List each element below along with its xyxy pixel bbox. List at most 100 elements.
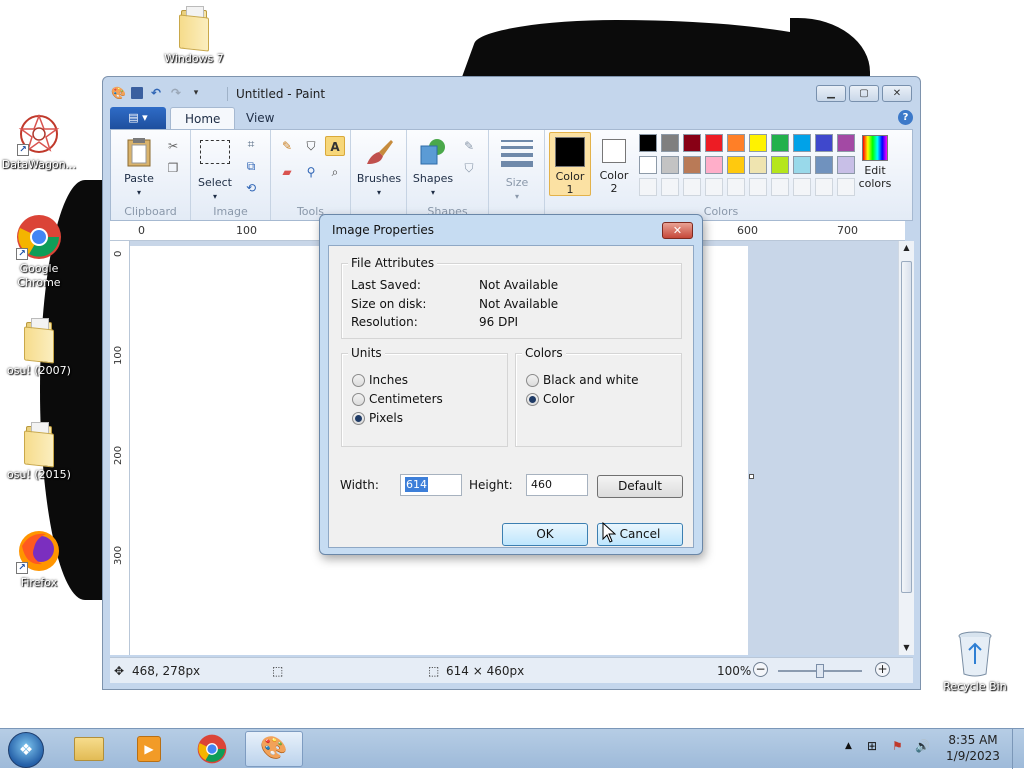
palette-swatch[interactable] [639,134,657,152]
dialog-close-button[interactable]: ✕ [662,222,693,239]
shape-fill-icon[interactable]: ⛉ [459,158,479,178]
undo-icon[interactable]: ↶ [149,86,163,100]
units-centimeters-radio[interactable]: Centimeters [352,391,443,407]
cut-icon[interactable]: ✂ [163,136,183,156]
scrollbar-thumb[interactable] [901,261,912,593]
palette-swatch[interactable] [793,156,811,174]
custom-color-slot[interactable] [683,178,701,196]
minimize-button[interactable]: ▁ [816,85,846,102]
volume-icon[interactable]: 🔊 [915,739,930,753]
scroll-up-icon[interactable]: ▲ [899,241,914,255]
rotate-icon[interactable]: ⟲ [241,178,261,198]
palette-swatch[interactable] [683,156,701,174]
palette-swatch[interactable] [837,134,855,152]
eraser-icon[interactable]: ▰ [277,162,297,182]
palette-swatch[interactable] [749,134,767,152]
custom-color-slot[interactable] [661,178,679,196]
color2-button[interactable]: Color 2 [595,132,633,196]
show-desktop-button[interactable] [1012,729,1024,769]
palette-swatch[interactable] [749,156,767,174]
palette-swatch[interactable] [771,156,789,174]
tab-home[interactable]: Home [170,107,236,130]
custom-color-slot[interactable] [793,178,811,196]
clock[interactable]: 8:35 AM 1/9/2023 [940,732,1006,764]
zoom-out-button[interactable]: − [753,662,768,677]
palette-swatch[interactable] [683,134,701,152]
custom-color-slot[interactable] [639,178,657,196]
copy-icon[interactable]: ❐ [163,158,183,178]
shapes-button[interactable]: Shapes ▾ [411,136,455,198]
palette-swatch[interactable] [705,156,723,174]
vertical-scrollbar[interactable]: ▲ ▼ [898,241,914,655]
close-button[interactable]: ✕ [882,85,912,102]
palette-swatch[interactable] [793,134,811,152]
brushes-button[interactable]: Brushes ▾ [355,136,403,198]
palette-swatch[interactable] [639,156,657,174]
palette-swatch[interactable] [661,134,679,152]
colors-black-white-radio[interactable]: Black and white [526,372,639,388]
desktop-icon-osu-2015[interactable]: osu! (2015) [0,422,78,482]
select-button[interactable]: Select ▾ [195,136,235,202]
desktop-icon-recycle-bin[interactable]: Recycle Bin [936,630,1014,694]
taskbar-explorer[interactable] [60,731,118,767]
customize-toolbar-icon[interactable]: ▾ [189,86,203,100]
palette-swatch[interactable] [771,134,789,152]
resize-icon[interactable]: ⧉ [241,156,261,176]
redo-icon[interactable]: ↷ [169,86,183,100]
custom-color-slot[interactable] [771,178,789,196]
palette-swatch[interactable] [815,134,833,152]
desktop-icon-datawagon[interactable]: ↗ DataWagon... [0,112,78,172]
fill-icon[interactable]: ⛉ [301,136,321,156]
palette-swatch[interactable] [661,156,679,174]
units-inches-radio[interactable]: Inches [352,372,408,388]
palette-swatch[interactable] [837,156,855,174]
palette-swatch[interactable] [705,134,723,152]
color-picker-icon[interactable]: ⚲ [301,162,321,182]
scroll-down-icon[interactable]: ▼ [899,641,914,655]
taskbar-paint[interactable]: 🎨 [245,731,303,767]
desktop-icon-osu-2007[interactable]: osu! (2007) [0,318,78,378]
units-pixels-radio[interactable]: Pixels [352,410,403,426]
ok-button[interactable]: OK [502,523,588,546]
paint-app-icon[interactable]: 🎨 [111,86,126,100]
tray-expand-icon[interactable]: ▲ [845,741,852,751]
palette-swatch[interactable] [727,134,745,152]
outline-icon[interactable]: ✎ [459,136,479,156]
size-button[interactable]: Size ▾ [495,136,539,202]
custom-color-slot[interactable] [837,178,855,196]
desktop-icon-chrome[interactable]: ↗ Google Chrome [0,214,78,290]
network-icon[interactable]: ⊞ [867,739,877,753]
custom-color-slot[interactable] [815,178,833,196]
action-center-icon[interactable]: ⚑ [892,739,903,753]
custom-color-slot[interactable] [727,178,745,196]
magnifier-icon[interactable]: ⌕ [325,162,345,182]
crop-icon[interactable]: ⌗ [241,134,261,154]
tab-view[interactable]: View [232,107,288,130]
width-input[interactable]: 614 [400,474,462,496]
palette-swatch[interactable] [727,156,745,174]
maximize-button[interactable]: ▢ [849,85,879,102]
colors-color-radio[interactable]: Color [526,391,574,407]
color1-button[interactable]: Color 1 [549,132,591,196]
zoom-slider-knob[interactable] [816,664,824,678]
palette-swatch[interactable] [815,156,833,174]
default-button[interactable]: Default [597,475,683,498]
taskbar-chrome[interactable] [183,731,241,767]
text-icon[interactable]: A [325,136,345,156]
paint-menu-button[interactable]: ▤ ▾ [110,107,166,129]
pencil-icon[interactable]: ✎ [277,136,297,156]
desktop-icon-firefox[interactable]: ↗ Firefox [0,528,78,590]
zoom-in-button[interactable]: + [875,662,890,677]
save-icon[interactable] [131,87,143,99]
canvas-resize-handle[interactable] [749,474,754,479]
desktop-icon-windows7[interactable]: Windows 7 [155,6,233,66]
start-button[interactable]: ❖ [8,732,44,768]
height-input[interactable]: 460 [526,474,588,496]
paste-button[interactable]: Paste ▾ [119,136,159,198]
title-bar[interactable]: 🎨 ↶ ↷ ▾ Untitled - Paint ▁ ▢ ✕ [103,77,920,107]
edit-colors-button[interactable]: Edit colors [857,132,893,196]
custom-color-slot[interactable] [705,178,723,196]
custom-color-slot[interactable] [749,178,767,196]
help-icon[interactable]: ? [898,110,913,125]
taskbar-media-player[interactable]: ▶ [120,731,178,767]
